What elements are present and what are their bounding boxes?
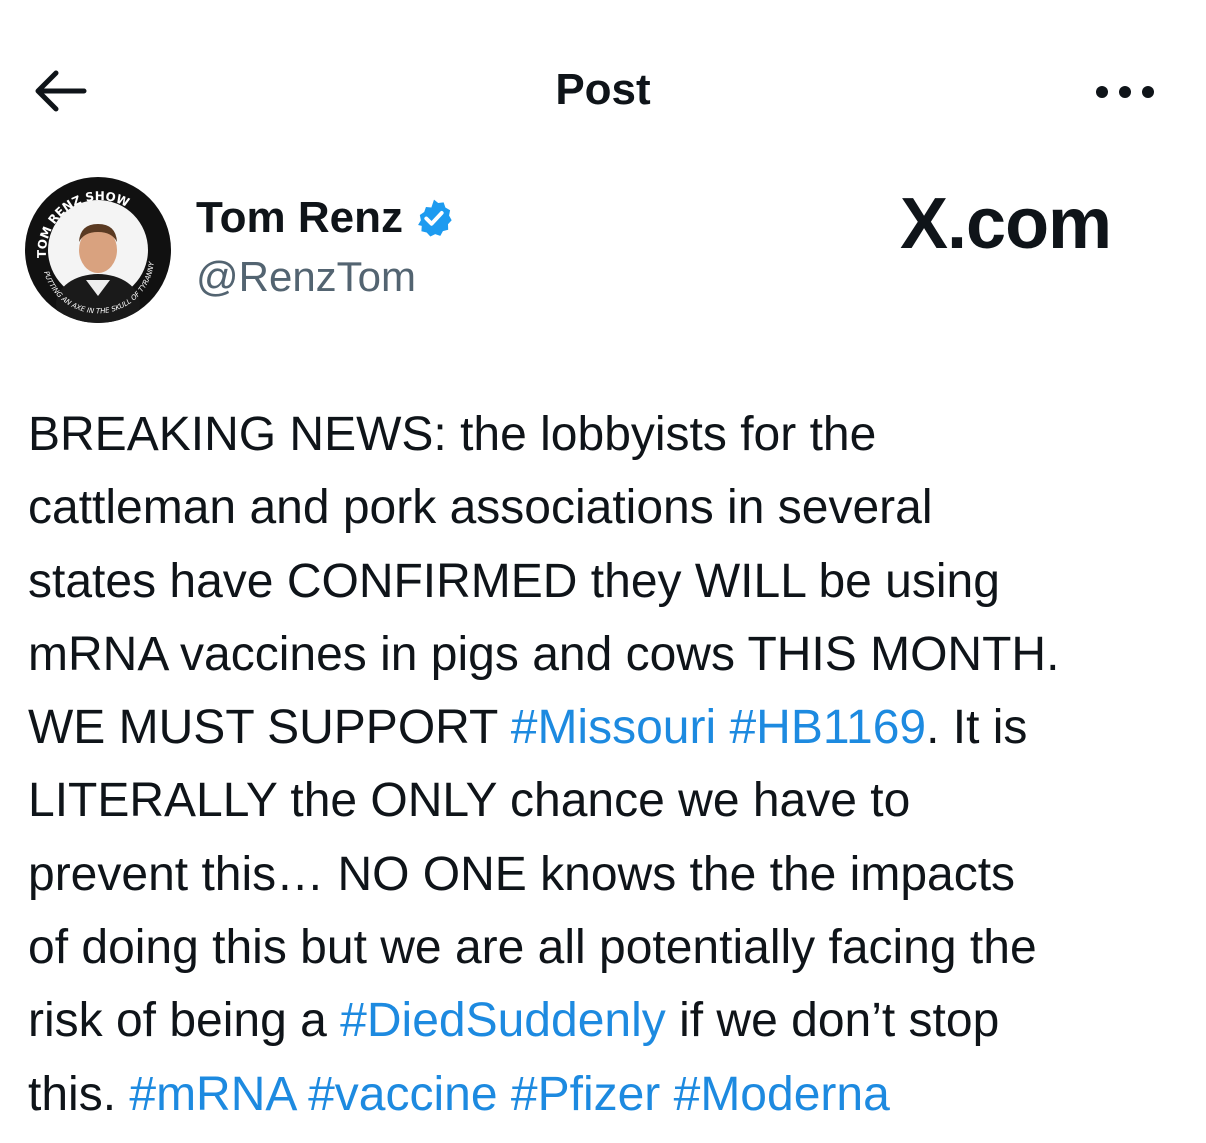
tweet-line: risk of being a #DiedSuddenly if we don’… — [28, 984, 1188, 1057]
page-title: Post — [555, 65, 651, 114]
tweet-line: this. #mRNA #vaccine #Pfizer #Moderna — [28, 1058, 1188, 1131]
tweet-line: BREAKING NEWS: the lobbyists for the — [28, 398, 1188, 471]
hashtag-link[interactable]: #mRNA — [129, 1068, 294, 1121]
tweet-line: of doing this but we are all potentially… — [28, 911, 1188, 984]
tweet-text-segment: cattleman and pork associations in sever… — [28, 481, 933, 535]
hashtag-link[interactable]: #vaccine — [308, 1068, 497, 1121]
hashtag-link[interactable]: #HB1169 — [729, 701, 926, 754]
tweet-text-segment: prevent this… NO ONE knows the the impac… — [28, 847, 1016, 901]
hashtag-link[interactable]: #Pfizer — [511, 1068, 660, 1121]
tweet-line: LITERALLY the ONLY chance we have to — [28, 764, 1188, 837]
watermark-x-logo: X.com — [900, 184, 1112, 264]
tweet-text-segment: states have CONFIRMED they WILL be using — [28, 554, 1000, 608]
tweet-text-segment — [498, 1068, 511, 1121]
tweet-text-segment — [295, 1068, 308, 1121]
tweet-text-segment: risk of being a — [28, 994, 341, 1048]
hashtag-link[interactable]: #DiedSuddenly — [340, 994, 666, 1047]
top-bar: Post — [0, 0, 1206, 180]
tweet-text-segment: if we don’t stop — [665, 994, 1000, 1048]
tweet-text-segment: of doing this but we are all potentially… — [28, 921, 1037, 975]
hashtag-link[interactable]: #Missouri — [511, 701, 716, 754]
author-name-row: Tom Renz — [196, 188, 455, 248]
tweet-text-segment: mRNA vaccines in pigs and cows THIS MONT… — [28, 627, 1060, 681]
more-dots-icon[interactable] — [1090, 78, 1160, 106]
tweet-text-segment: LITERALLY the ONLY chance we have to — [28, 774, 911, 828]
author-handle[interactable]: @RenzTom — [196, 250, 416, 304]
tweet-text-segment: WE MUST SUPPORT — [28, 701, 511, 755]
hashtag-link[interactable]: #Moderna — [674, 1068, 890, 1121]
avatar[interactable]: TOM RENZ SHOW PUTTING AN AXE IN THE SKUL… — [24, 176, 172, 324]
verified-badge-icon — [418, 199, 452, 237]
tweet-line: prevent this… NO ONE knows the the impac… — [28, 838, 1188, 911]
author-name[interactable]: Tom Renz — [196, 190, 403, 246]
tweet-text-segment: this. — [28, 1067, 130, 1121]
tweet-line: WE MUST SUPPORT #Missouri #HB1169. It is — [28, 691, 1188, 764]
tweet-line: mRNA vaccines in pigs and cows THIS MONT… — [28, 618, 1188, 691]
tweet-text-segment — [660, 1068, 673, 1121]
tweet-line: cattleman and pork associations in sever… — [28, 471, 1188, 544]
tweet-text-segment — [716, 701, 729, 754]
tweet-text: BREAKING NEWS: the lobbyists for the catt… — [28, 398, 1188, 1131]
tweet-text-segment: . It is — [926, 701, 1028, 755]
tweet-line: states have CONFIRMED they WILL be using — [28, 545, 1188, 618]
tweet-text-segment: BREAKING NEWS: the lobbyists for the — [28, 408, 877, 461]
